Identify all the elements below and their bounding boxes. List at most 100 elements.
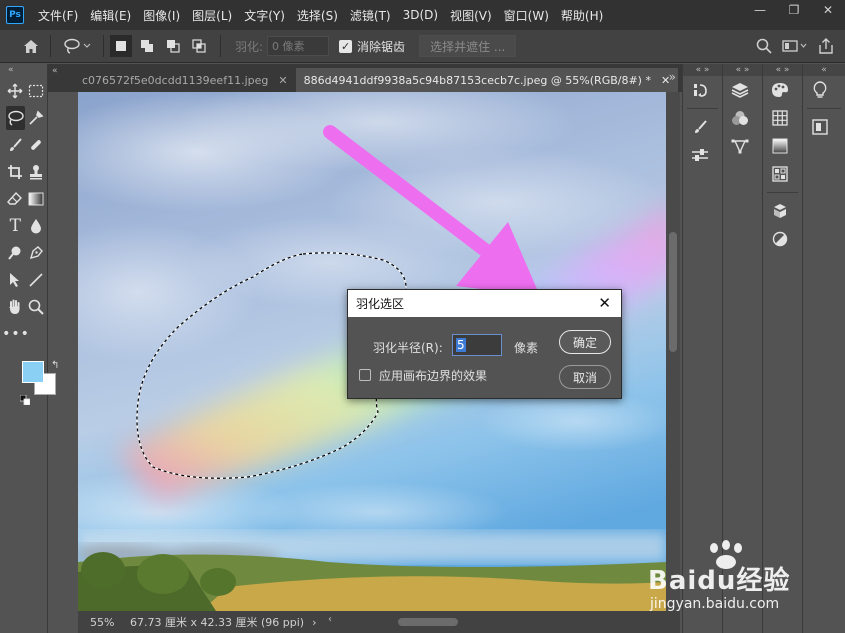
options-right-group — [751, 34, 839, 58]
brush-settings-icon[interactable] — [683, 113, 717, 141]
home-icon[interactable] — [18, 34, 44, 58]
layers-icon[interactable] — [723, 76, 757, 104]
tool-presets-icon[interactable] — [683, 141, 717, 169]
feather-input[interactable]: 0 像素 — [267, 36, 330, 56]
vertical-scrollbar[interactable] — [666, 92, 680, 614]
move-tool-icon[interactable] — [6, 79, 25, 103]
tools-panel: « T ••• ↰ — [0, 64, 59, 633]
menu-help[interactable]: 帮助(H) — [561, 7, 603, 24]
channels-icon[interactable] — [723, 104, 757, 132]
document-tabs: « c076572f5e0dcdd1139eef11.jpeg ✕ 886d49… — [48, 64, 682, 92]
collapse-icon[interactable]: « » — [683, 64, 722, 76]
gradient-tool-icon[interactable] — [27, 187, 46, 211]
healing-brush-icon[interactable] — [27, 133, 46, 157]
swatches-grid-icon[interactable] — [763, 104, 797, 132]
tab-overflow-icon[interactable]: » — [669, 70, 676, 84]
panel-column-4: « — [802, 64, 845, 633]
pen-tool-icon[interactable] — [27, 241, 46, 265]
divider — [220, 35, 221, 57]
lasso-preset-icon[interactable] — [57, 34, 97, 58]
path-selection-icon[interactable] — [6, 268, 25, 292]
libraries-icon[interactable] — [763, 197, 797, 225]
new-selection-icon[interactable] — [110, 35, 132, 57]
marquee-tool-icon[interactable] — [27, 79, 46, 103]
intersect-selection-icon[interactable] — [188, 35, 210, 57]
brush-tool-icon[interactable] — [6, 133, 25, 157]
lasso-tool-icon[interactable] — [6, 106, 25, 130]
chevron-right-icon[interactable]: › — [312, 616, 316, 629]
ok-button[interactable]: 确定 — [559, 330, 611, 354]
tab-document-2[interactable]: 886d4941ddf9938a5c94b87153cecb7c.jpeg @ … — [295, 68, 679, 92]
line-tool-icon[interactable] — [27, 268, 46, 292]
scrollbar-thumb[interactable] — [669, 232, 677, 352]
add-selection-icon[interactable] — [136, 35, 158, 57]
menu-filter[interactable]: 滤镜(T) — [350, 7, 391, 24]
minimize-icon[interactable]: — — [743, 0, 777, 20]
zoom-level[interactable]: 55% — [90, 616, 128, 629]
patterns-icon[interactable] — [763, 160, 797, 188]
status-bar: 55% 67.73 厘米 x 42.33 厘米 (96 ppi) › ‹ — [78, 611, 680, 633]
menu-file[interactable]: 文件(F) — [38, 7, 78, 24]
blur-tool-icon[interactable] — [27, 214, 46, 238]
antialias-checkbox[interactable]: ✓ — [339, 39, 353, 53]
adjustments-icon[interactable] — [763, 225, 797, 253]
collapse-icon[interactable]: « » — [723, 64, 762, 76]
hand-tool-icon[interactable] — [6, 295, 25, 319]
menu-select[interactable]: 选择(S) — [297, 7, 338, 24]
crop-tool-icon[interactable] — [6, 160, 25, 184]
feather-label: 羽化: — [235, 39, 264, 54]
baidu-watermark: Baidu经验 jingyan.baidu.com — [648, 540, 808, 620]
foreground-color-swatch[interactable] — [22, 361, 44, 383]
swap-colors-icon[interactable]: ↰ — [51, 360, 59, 371]
color-palette-icon[interactable] — [763, 76, 797, 104]
subtract-selection-icon[interactable] — [162, 35, 184, 57]
collapse-icon[interactable]: « — [803, 64, 845, 76]
share-icon[interactable] — [813, 34, 839, 58]
close-icon[interactable]: ✕ — [278, 74, 287, 87]
default-colors-icon[interactable] — [19, 394, 31, 406]
menu-3d[interactable]: 3D(D) — [403, 8, 438, 22]
menu-type[interactable]: 文字(Y) — [244, 7, 285, 24]
search-icon[interactable] — [751, 34, 777, 58]
history-icon[interactable] — [683, 76, 717, 104]
feather-radius-input[interactable]: 5 — [452, 334, 502, 356]
restore-icon[interactable]: ❐ — [777, 0, 811, 20]
divider — [103, 35, 104, 57]
collapse-icon[interactable]: « — [52, 66, 58, 76]
menu-image[interactable]: 图像(I) — [143, 7, 180, 24]
collapse-icon[interactable]: « » — [763, 64, 802, 76]
horizontal-scrollbar[interactable]: ‹ — [328, 614, 678, 628]
more-tools-icon[interactable]: ••• — [2, 322, 29, 346]
watermark-brand: Baidu经验 — [648, 566, 791, 596]
menu-view[interactable]: 视图(V) — [450, 7, 492, 24]
select-and-mask-button[interactable]: 选择并遮住 ... — [419, 35, 517, 57]
cancel-button[interactable]: 取消 — [559, 365, 611, 389]
menu-window[interactable]: 窗口(W) — [504, 7, 549, 24]
paths-icon[interactable] — [723, 132, 757, 160]
menu-edit[interactable]: 编辑(E) — [90, 7, 131, 24]
menu-bar: Ps 文件(F) 编辑(E) 图像(I) 图层(L) 文字(Y) 选择(S) 滤… — [0, 0, 845, 30]
collapse-icon[interactable]: « — [0, 64, 47, 76]
eyedropper-tool-icon[interactable] — [27, 106, 46, 130]
workspace-icon[interactable] — [777, 34, 813, 58]
properties-icon[interactable] — [803, 113, 837, 141]
tab-title: c076572f5e0dcdd1139eef11.jpeg — [82, 73, 269, 87]
gradients-icon[interactable] — [763, 132, 797, 160]
dialog-title: 羽化选区 — [356, 297, 405, 311]
type-tool-icon[interactable]: T — [6, 214, 25, 238]
close-icon[interactable]: ✕ — [811, 0, 845, 20]
stamp-tool-icon[interactable] — [27, 160, 46, 184]
options-bar: 羽化: 0 像素 ✓ 消除锯齿 选择并遮住 ... — [0, 30, 845, 63]
close-icon[interactable]: ✕ — [598, 294, 611, 312]
apply-canvas-bounds-label: 应用画布边界的效果 — [379, 369, 488, 383]
scroll-left-icon[interactable]: ‹ — [328, 614, 332, 625]
dialog-titlebar: 羽化选区 ✕ — [348, 290, 621, 317]
learn-bulb-icon[interactable] — [803, 76, 837, 104]
eraser-tool-icon[interactable] — [6, 187, 25, 211]
zoom-tool-icon[interactable] — [27, 295, 46, 319]
dodge-tool-icon[interactable] — [6, 241, 25, 265]
scrollbar-thumb[interactable] — [398, 618, 458, 626]
apply-canvas-bounds-checkbox[interactable] — [359, 369, 371, 381]
tab-document-1[interactable]: c076572f5e0dcdd1139eef11.jpeg ✕ — [74, 68, 296, 92]
menu-layer[interactable]: 图层(L) — [192, 7, 232, 24]
